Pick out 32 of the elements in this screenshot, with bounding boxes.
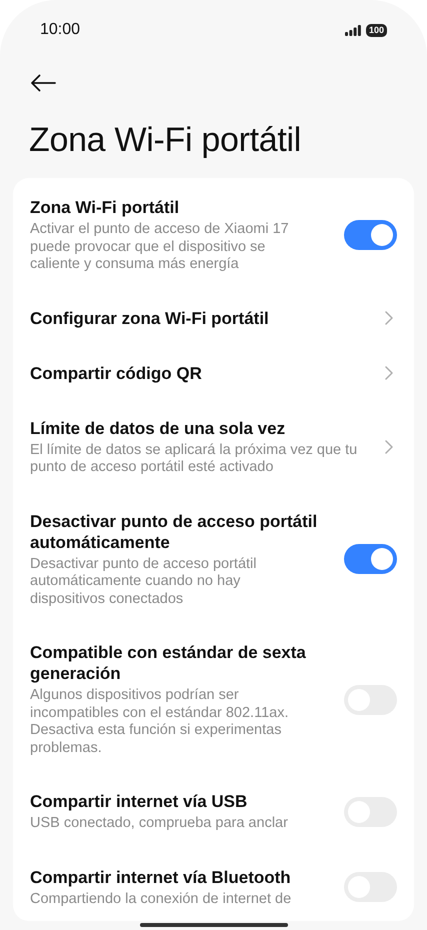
settings-row[interactable]: Compartir internet vía USB USB conectado, comprueba para anclar (30, 770, 397, 846)
setting-title: Compatible con estándar de sexta generación (30, 642, 307, 684)
setting-description: Desactivar punto de acceso portátil automáticamente cuando no hay dispositivos conectados (30, 556, 258, 608)
signal-icon (344, 24, 361, 36)
chevron-icon (385, 366, 393, 380)
toggle-switch[interactable] (344, 544, 397, 574)
setting-description: Compartiendo la conexión de internet de (30, 890, 292, 908)
setting-description: Activar el punto de acceso de Xiaomi 17 puede provocar que el dispositivo se caliente y consuma más energía (30, 221, 290, 274)
setting-description: El límite de datos se aplicará la próxima vez que tu punto de acceso portátil esté activado (30, 442, 358, 476)
back-button[interactable] (28, 72, 58, 94)
setting-title: Compartir internet vía USB (30, 791, 248, 812)
settings-row[interactable]: Límite de datos de una sola vez El límite de datos se aplicará la próxima vez que tu punto de acceso portátil esté activado (30, 396, 397, 490)
chevron-icon (385, 440, 393, 454)
setting-description: Algunos dispositivos podrían ser incompatibles con el estándar 802.11ax. Desactiva esta función si experimentas problemas. (30, 687, 290, 757)
settings-row[interactable]: Compartir internet vía Bluetooth Compartiendo la conexión de internet de (30, 846, 397, 921)
status-time: 10:00 (40, 21, 80, 39)
page-title: Zona Wi-Fi portátil (29, 120, 302, 161)
toggle-switch[interactable] (344, 220, 397, 250)
settings-row[interactable]: Compartir código QR (30, 342, 397, 396)
settings-row[interactable]: Configurar zona Wi-Fi portátil (30, 286, 397, 342)
settings-row[interactable]: Desactivar punto de acceso portátil automáticamente Desactivar punto de acceso portátil automáticamente cuando no hay dispositivos conectados (30, 490, 397, 621)
setting-title: Zona Wi-Fi portátil (30, 197, 180, 218)
settings-row[interactable]: Zona Wi-Fi portátil Activar el punto de acceso de Xiaomi 17 puede provocar que el dispositivo se caliente y consuma más energía (30, 184, 397, 286)
setting-title: Desactivar punto de acceso portátil automáticamente (30, 510, 318, 552)
setting-title: Compartir internet vía Bluetooth (30, 866, 292, 888)
settings-row[interactable]: Compatible con estándar de sexta generación Algunos dispositivos podrían ser incompatibles con el estándar 802.11ax. Desactiva esta función si experimentas problemas. (30, 621, 397, 770)
setting-title: Compartir código QR (30, 362, 203, 384)
chevron-icon (385, 311, 393, 325)
setting-title: Configurar zona Wi-Fi portátil (30, 308, 270, 328)
battery-level: 100 (366, 24, 387, 36)
setting-title: Límite de datos de una sola vez (30, 418, 286, 438)
setting-description: USB conectado, comprueba para anclar (30, 815, 289, 832)
